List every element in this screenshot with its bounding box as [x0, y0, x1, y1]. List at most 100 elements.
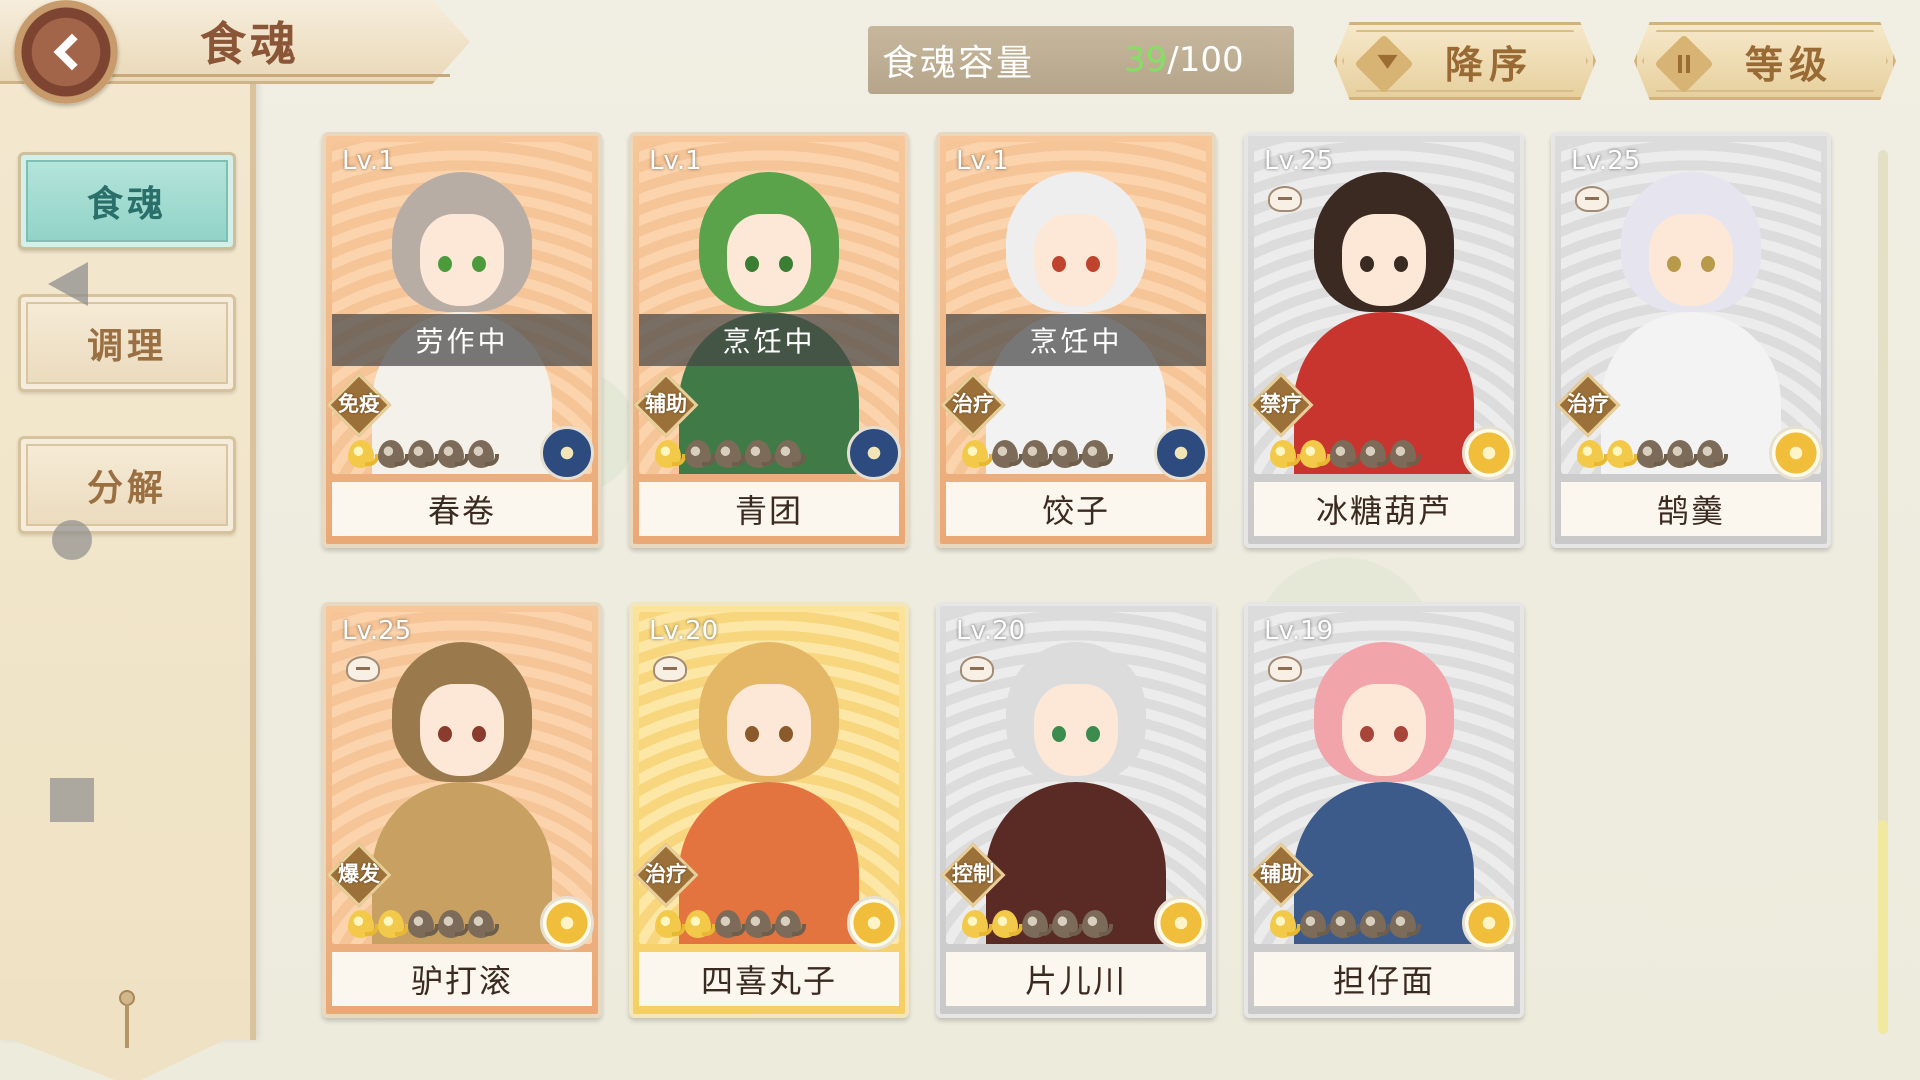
flame-star-icon: [685, 440, 716, 468]
star-rating: [1577, 440, 1728, 468]
role-label: 治疗: [645, 862, 687, 886]
food-soul-card[interactable]: Lv.1 烹饪中 辅助 青团: [629, 132, 909, 548]
food-soul-card[interactable]: Lv.20 控制 片儿川: [936, 602, 1216, 1018]
status-label: 劳作中: [332, 314, 592, 366]
character-name: 饺子: [946, 482, 1206, 536]
page-title: 食魂: [200, 17, 300, 71]
star-rating: [348, 910, 499, 938]
gold-flower-emblem-icon: [1462, 426, 1516, 480]
level-label: Lv.1: [342, 146, 395, 176]
sort-order-label: 降序: [1444, 41, 1533, 87]
nav-home-circle-icon[interactable]: [52, 520, 92, 560]
nav-recents-square-icon[interactable]: [50, 778, 94, 822]
food-soul-card[interactable]: Lv.25 治疗 鹄羹: [1551, 132, 1831, 548]
flame-star-icon: [962, 910, 993, 938]
flame-star-icon: [655, 910, 686, 938]
capacity-value: 39/100: [1124, 40, 1244, 80]
status-label: 烹饪中: [639, 314, 899, 366]
flame-star-icon: [1667, 440, 1698, 468]
flame-star-icon: [962, 440, 993, 468]
role-label: 治疗: [952, 392, 994, 416]
star-rating: [1270, 440, 1421, 468]
role-label: 爆发: [338, 862, 380, 886]
role-badge: 治疗: [940, 372, 1006, 438]
character-figure: [1601, 172, 1781, 474]
star-rating: [655, 440, 806, 468]
sidebar-item-food-soul[interactable]: 食魂: [18, 152, 236, 250]
food-soul-card[interactable]: Lv.1 烹饪中 治疗 饺子: [936, 132, 1216, 548]
status-label: 烹饪中: [946, 314, 1206, 366]
flame-star-icon: [468, 440, 499, 468]
role-badge: 治疗: [1555, 372, 1621, 438]
level-label: Lv.25: [1571, 146, 1641, 176]
role-label: 禁疗: [1260, 392, 1302, 416]
flame-star-icon: [348, 910, 379, 938]
flame-star-icon: [438, 910, 469, 938]
level-label: Lv.25: [1264, 146, 1334, 176]
sidebar-item-decompose[interactable]: 分解: [18, 436, 236, 534]
character-figure: [679, 642, 859, 944]
flame-star-icon: [1390, 910, 1421, 938]
food-soul-card[interactable]: Lv.25 禁疗 冰糖葫芦: [1244, 132, 1524, 548]
capacity-display: 食魂容量 39/100: [868, 26, 1294, 94]
level-label: Lv.25: [342, 616, 412, 646]
flame-star-icon: [1330, 910, 1361, 938]
flame-star-icon: [378, 440, 409, 468]
gold-flower-emblem-icon: [847, 896, 901, 950]
character-name: 春卷: [332, 482, 592, 536]
flame-star-icon: [992, 440, 1023, 468]
gold-flower-emblem-icon: [540, 896, 594, 950]
food-soul-card[interactable]: Lv.20 治疗 四喜丸子: [629, 602, 909, 1018]
role-label: 免疫: [338, 392, 380, 416]
flame-star-icon: [378, 910, 409, 938]
capacity-label: 食魂容量: [882, 43, 1035, 84]
chevron-left-icon: [53, 33, 91, 71]
food-soul-card[interactable]: Lv.1 劳作中 免疫 春卷: [322, 132, 602, 548]
back-button[interactable]: [14, 0, 118, 104]
character-figure: [372, 642, 552, 944]
role-badge: 控制: [940, 842, 1006, 908]
gold-flower-emblem-icon: [1462, 896, 1516, 950]
character-name: 冰糖葫芦: [1254, 482, 1514, 536]
flame-star-icon: [1637, 440, 1668, 468]
level-label: Lv.19: [1264, 616, 1334, 646]
food-soul-card[interactable]: Lv.25 爆发 驴打滚: [322, 602, 602, 1018]
flame-star-icon: [1082, 910, 1113, 938]
level-label: Lv.1: [956, 146, 1009, 176]
capacity-max: /100: [1167, 40, 1244, 80]
level-label: Lv.20: [649, 616, 719, 646]
gold-flower-emblem-icon: [1769, 426, 1823, 480]
sort-field-label: 等级: [1744, 41, 1833, 87]
flame-star-icon: [1082, 440, 1113, 468]
scrollbar-thumb[interactable]: [1878, 820, 1888, 1034]
sidebar-item-label: 食魂: [86, 183, 167, 225]
sort-order-button[interactable]: 降序: [1334, 22, 1596, 100]
role-badge: 免疫: [326, 372, 392, 438]
character-name: 驴打滚: [332, 952, 592, 1006]
nav-back-triangle-icon[interactable]: [48, 262, 88, 306]
sidebar-item-cultivate[interactable]: 调理: [18, 294, 236, 392]
level-label: Lv.1: [649, 146, 702, 176]
character-figure: [1294, 172, 1474, 474]
flame-star-icon: [408, 910, 439, 938]
flame-star-icon: [1360, 440, 1391, 468]
role-badge: 治疗: [633, 842, 699, 908]
sidebar-item-label: 调理: [86, 325, 167, 367]
flame-star-icon: [715, 440, 746, 468]
character-name: 四喜丸子: [639, 952, 899, 1006]
role-badge: 禁疗: [1248, 372, 1314, 438]
flame-star-icon: [1052, 910, 1083, 938]
food-soul-card[interactable]: Lv.19 辅助 担仔面: [1244, 602, 1524, 1018]
flame-star-icon: [1390, 440, 1421, 468]
character-name: 青团: [639, 482, 899, 536]
flame-star-icon: [438, 440, 469, 468]
flame-star-icon: [775, 910, 806, 938]
flame-star-icon: [1360, 910, 1391, 938]
sort-field-button[interactable]: 等级: [1634, 22, 1896, 100]
gold-flower-emblem-icon: [1154, 896, 1208, 950]
pot-icon: [960, 656, 994, 682]
character-name: 片儿川: [946, 952, 1206, 1006]
flame-star-icon: [1330, 440, 1361, 468]
blue-flower-emblem-icon: [847, 426, 901, 480]
pot-icon: [653, 656, 687, 682]
